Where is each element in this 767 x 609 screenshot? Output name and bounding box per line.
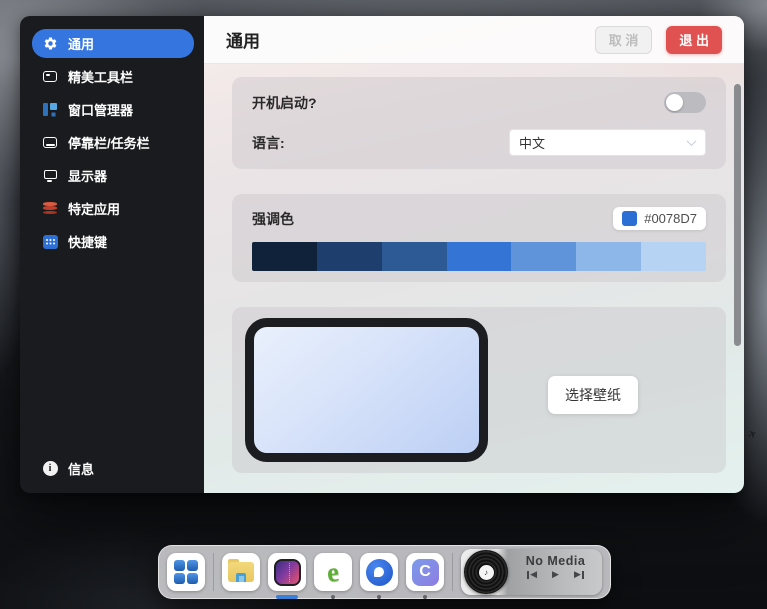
exit-button[interactable]: 退 出 — [666, 26, 722, 54]
sidebar-item-hotkeys[interactable]: 快捷键 — [32, 227, 194, 256]
main-panel: 通用 取 消 退 出 开机启动? 语言: 中文 — [204, 16, 744, 493]
dock-separator — [213, 553, 214, 591]
folder-icon[interactable] — [222, 553, 260, 591]
sidebar-item-label: 特定应用 — [68, 199, 120, 218]
chevron-down-icon — [688, 139, 696, 147]
language-select[interactable]: 中文 — [509, 129, 706, 156]
hotkeys-icon — [42, 234, 58, 250]
info-icon: i — [42, 461, 58, 477]
scrollbar-thumb[interactable] — [734, 84, 741, 346]
accent-swatch — [622, 211, 637, 226]
dock-item-active-app — [268, 553, 306, 591]
sidebar-item-dock-taskbar[interactable]: 停靠栏/任务栏 — [32, 128, 194, 157]
page-title: 通用 — [226, 27, 260, 52]
palette-swatch[interactable] — [641, 242, 706, 271]
palette-swatch[interactable] — [576, 242, 641, 271]
accent-label: 强调色 — [252, 209, 294, 229]
sidebar-item-window-manager[interactable]: 窗口管理器 — [32, 95, 194, 124]
palette-swatch[interactable] — [252, 242, 317, 271]
sidebar-item-specific-apps[interactable]: 特定应用 — [32, 194, 194, 223]
toolbar-icon — [42, 69, 58, 85]
wallpaper-card: 选择壁纸 — [232, 307, 726, 473]
desktop: ✈ 通用 精美工具栏 窗口管理器 停靠栏/任务栏 — [0, 0, 767, 609]
media-widget: ♪ No Media ◀ ▶ ▶ — [461, 549, 602, 595]
palette-swatch[interactable] — [447, 242, 512, 271]
general-card: 开机启动? 语言: 中文 — [232, 77, 726, 169]
dock-item-file-explorer — [222, 553, 260, 591]
sidebar-item-label: 通用 — [68, 34, 94, 53]
sidebar-item-info[interactable]: i 信息 — [32, 454, 194, 483]
autostart-toggle[interactable] — [664, 92, 706, 113]
palette-swatch[interactable] — [511, 242, 576, 271]
c-app-icon[interactable]: C — [406, 553, 444, 591]
next-track-button[interactable]: ▶ — [574, 570, 584, 579]
sidebar-item-general[interactable]: 通用 — [32, 29, 194, 58]
dock-item-c-app: C — [406, 553, 444, 591]
sidebar-item-label: 精美工具栏 — [68, 67, 133, 86]
active-app-indicator — [276, 595, 298, 599]
display-icon — [42, 168, 58, 184]
sidebar-item-label: 信息 — [68, 459, 94, 478]
gear-icon — [42, 36, 58, 52]
dock: e C ♪ No Media ◀ ▶ ▶ — [158, 545, 611, 599]
sidebar: 通用 精美工具栏 窗口管理器 停靠栏/任务栏 显示器 特定应用 — [20, 16, 204, 493]
language-label: 语言: — [252, 133, 285, 153]
sidebar-item-toolbar[interactable]: 精美工具栏 — [32, 62, 194, 91]
vinyl-record-icon[interactable]: ♪ — [464, 550, 508, 594]
media-status: No Media — [513, 554, 598, 568]
dock-item-browser: e — [314, 553, 352, 591]
running-indicator — [423, 595, 427, 599]
dock-separator — [452, 553, 453, 591]
sidebar-item-display[interactable]: 显示器 — [32, 161, 194, 190]
sidebar-item-label: 快捷键 — [68, 232, 107, 251]
blue-orb-icon[interactable] — [360, 553, 398, 591]
cancel-button[interactable]: 取 消 — [595, 26, 653, 54]
palette-swatch[interactable] — [317, 242, 382, 271]
language-value: 中文 — [519, 133, 545, 152]
running-indicator — [331, 595, 335, 599]
accent-color-chip[interactable]: #0078D7 — [613, 207, 706, 230]
toggle-knob — [666, 94, 683, 111]
dock-item-blue-orb-app — [360, 553, 398, 591]
window-manager-icon — [42, 102, 58, 118]
dock-item-launchpad — [167, 553, 205, 591]
sidebar-item-label: 显示器 — [68, 166, 107, 185]
dock-taskbar-icon — [42, 135, 58, 151]
palette-swatch[interactable] — [382, 242, 447, 271]
wallpaper-preview[interactable] — [245, 318, 488, 462]
apps-stack-icon — [42, 201, 58, 217]
panel-header: 通用 取 消 退 出 — [204, 16, 744, 64]
screen-ruler-icon[interactable] — [268, 553, 306, 591]
launchpad-icon[interactable] — [167, 553, 205, 591]
autostart-label: 开机启动? — [252, 93, 317, 113]
accent-card: 强调色 #0078D7 — [232, 194, 726, 282]
settings-content: 开机启动? 语言: 中文 强调色 — [204, 64, 744, 493]
sidebar-item-label: 停靠栏/任务栏 — [68, 133, 150, 152]
previous-track-button[interactable]: ◀ — [527, 570, 537, 579]
running-indicator — [377, 595, 381, 599]
accent-hex-value: #0078D7 — [644, 211, 697, 226]
sidebar-item-label: 窗口管理器 — [68, 100, 133, 119]
browser-e-icon[interactable]: e — [314, 553, 352, 591]
accent-palette — [252, 242, 706, 271]
settings-window: 通用 精美工具栏 窗口管理器 停靠栏/任务栏 显示器 特定应用 — [20, 16, 744, 493]
play-button[interactable]: ▶ — [552, 570, 559, 579]
choose-wallpaper-button[interactable]: 选择壁纸 — [548, 376, 638, 414]
